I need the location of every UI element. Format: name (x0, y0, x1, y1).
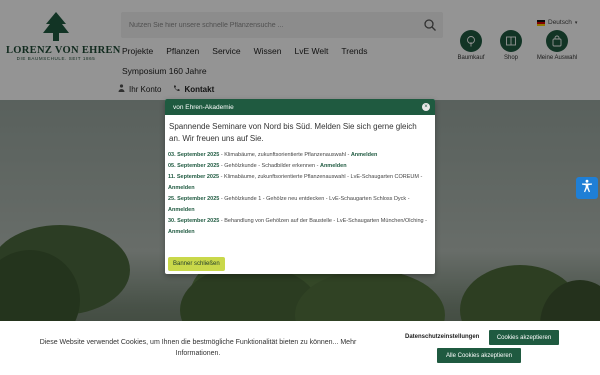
close-banner-button[interactable]: Banner schließen (168, 257, 225, 271)
list-item: 03. September 2025 - Klimabäume, zukunft… (168, 150, 431, 161)
event-date: 03. September 2025 (168, 152, 220, 158)
cookie-banner: Diese Website verwendet Cookies, um Ihne… (0, 321, 600, 375)
register-link[interactable]: Anmelden (320, 163, 347, 169)
accessibility-button[interactable] (576, 177, 598, 199)
close-icon[interactable]: × (422, 103, 430, 111)
akademie-modal: von Ehren-Akademie × Spannende Seminare … (165, 99, 435, 274)
register-link[interactable]: Anmelden (351, 152, 378, 158)
accessibility-icon (580, 179, 594, 198)
modal-intro: Spannende Seminare von Nord bis Süd. Mel… (169, 122, 417, 143)
modal-title: von Ehren-Akademie (173, 103, 234, 111)
register-link[interactable]: Anmelden (168, 229, 195, 235)
register-link[interactable]: Anmelden (168, 185, 195, 191)
list-item: 11. September 2025 - Klimabäume, zukunft… (168, 172, 431, 194)
cookie-text: Diese Website verwendet Cookies, um Ihne… (39, 339, 357, 357)
event-text: - Klimabäume, zukunftsorientierte Pflanz… (219, 174, 423, 180)
event-date: 25. September 2025 (168, 196, 220, 202)
list-item: 30. September 2025 - Behandlung von Gehö… (168, 216, 431, 238)
event-date: 05. September 2025 (168, 163, 220, 169)
register-link[interactable]: Anmelden (168, 207, 195, 213)
event-text: - Klimabäume, zukunftsorientierte Pflanz… (219, 152, 351, 158)
event-date: 30. September 2025 (168, 218, 220, 224)
modal-header: von Ehren-Akademie × (165, 99, 435, 115)
event-text: - Behandlung von Gehölzen auf der Bauste… (219, 218, 427, 224)
event-text: - Gehölzkunde 1 - Gehölze neu entdecken … (219, 196, 410, 202)
privacy-settings-link[interactable]: Datenschutzeinstellungen (405, 334, 479, 340)
accept-cookies-button[interactable]: Cookies akzeptieren (489, 330, 559, 345)
accept-all-cookies-button[interactable]: Alle Cookies akzeptieren (437, 348, 521, 363)
event-list: 03. September 2025 - Klimabäume, zukunft… (165, 145, 435, 238)
list-item: 05. September 2025 - Gehölzkunde - Schad… (168, 161, 431, 172)
list-item: 25. September 2025 - Gehölzkunde 1 - Geh… (168, 194, 431, 216)
event-text: - Gehölzkunde - Schadbilder erkennen - (219, 163, 320, 169)
event-date: 11. September 2025 (168, 174, 220, 180)
